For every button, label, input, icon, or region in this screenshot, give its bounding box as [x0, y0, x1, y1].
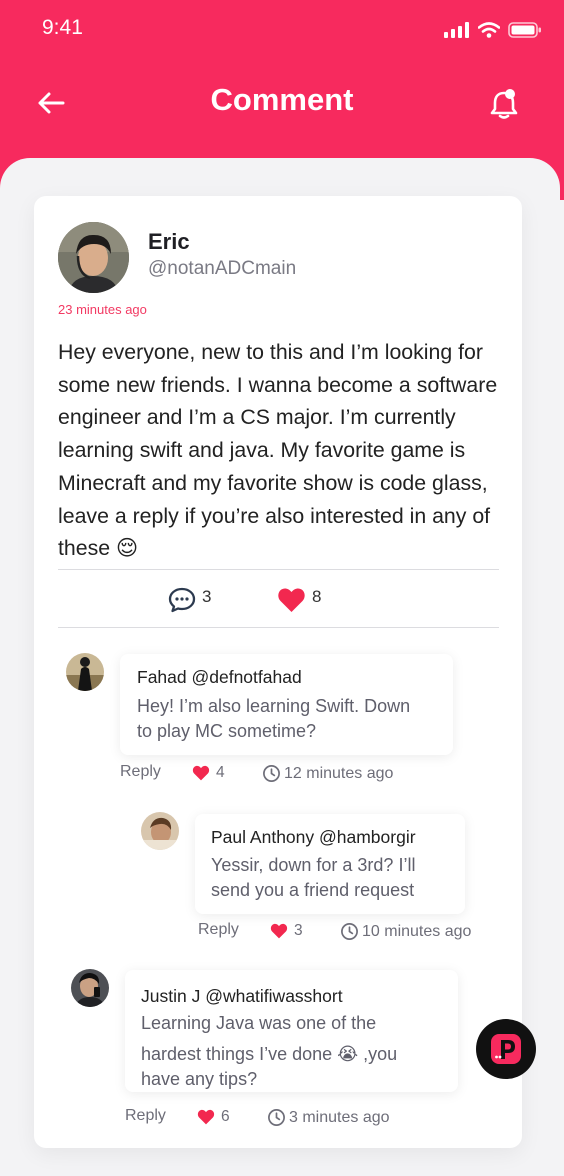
post-body: Hey everyone, new to this and I’m lookin…	[58, 340, 498, 561]
comment-count-value: 3	[202, 587, 212, 606]
reply-button[interactable]: Reply	[125, 1107, 166, 1125]
comment-like[interactable]: 6	[197, 1108, 230, 1126]
like-count[interactable]: 8	[277, 587, 321, 613]
heart-icon	[197, 1109, 215, 1125]
post-author-name[interactable]: Eric	[148, 229, 190, 255]
divider-top	[58, 569, 499, 570]
status-icons	[444, 22, 542, 38]
clock-icon	[268, 1109, 285, 1126]
comment-author[interactable]: Fahad @defnotfahad	[137, 667, 302, 688]
comment-screen: 9:41 Comment Eric @notanADCmain 23 minut…	[0, 0, 564, 1176]
comment-author[interactable]: Paul Anthony @hamborgir	[211, 827, 416, 848]
bell-icon	[490, 89, 518, 119]
comment-author[interactable]: Justin J @whatifiwasshort	[141, 986, 343, 1007]
battery-icon	[508, 22, 541, 38]
heart-icon	[192, 765, 210, 781]
comment-time-text: 12 minutes ago	[284, 764, 394, 782]
comment-text: Learning Java was one of the	[141, 1013, 377, 1033]
post-author-handle[interactable]: @notanADCmain	[148, 258, 296, 280]
comment-avatar[interactable]	[66, 653, 104, 691]
comment-like-count: 6	[221, 1108, 230, 1125]
like-count-value: 8	[312, 587, 322, 606]
comment-text: Hey! I’m also learning Swift. Down to pl…	[137, 696, 411, 741]
comment-avatar[interactable]	[71, 969, 109, 1007]
page-title: Comment	[210, 82, 354, 117]
status-time: 9:41	[42, 16, 83, 39]
nav-bar: Comment	[0, 78, 564, 128]
comment-like-count: 3	[294, 922, 303, 939]
status-bar: 9:41	[0, 0, 564, 56]
comment-time: 10 minutes ago	[340, 922, 471, 941]
heart-icon	[270, 923, 288, 939]
comment-avatar[interactable]	[141, 812, 179, 850]
comment-like[interactable]: 3	[270, 922, 303, 940]
comment-time: 12 minutes ago	[262, 764, 393, 783]
comment-time-text: 10 minutes ago	[362, 922, 472, 940]
comment-like[interactable]: 4	[192, 764, 225, 782]
heart-icon	[278, 588, 305, 612]
clock-icon	[341, 923, 358, 940]
post-author-avatar[interactable]	[58, 222, 129, 293]
comment-icon	[168, 587, 196, 613]
comment-time-text: 3 minutes ago	[289, 1108, 390, 1126]
comment-text: Yessir, down for a 3rd? I’ll send you a …	[211, 855, 416, 900]
post-time-ago: 23 minutes ago	[58, 302, 147, 317]
wifi-icon	[478, 22, 500, 38]
app-logo-icon	[491, 1034, 521, 1064]
notifications-button[interactable]	[484, 84, 524, 124]
app-shortcut-button[interactable]	[476, 1019, 536, 1079]
comment-count[interactable]: 3	[168, 587, 211, 613]
divider-bottom	[58, 627, 499, 628]
comment-time: 3 minutes ago	[267, 1108, 390, 1127]
clock-icon	[263, 765, 280, 782]
comment-like-count: 4	[216, 764, 225, 781]
reply-button[interactable]: Reply	[120, 763, 161, 781]
signal-icon	[444, 22, 469, 38]
comment-text: hardest things I’ve done 😭 ,you have any…	[141, 1044, 398, 1089]
reply-button[interactable]: Reply	[198, 921, 239, 939]
